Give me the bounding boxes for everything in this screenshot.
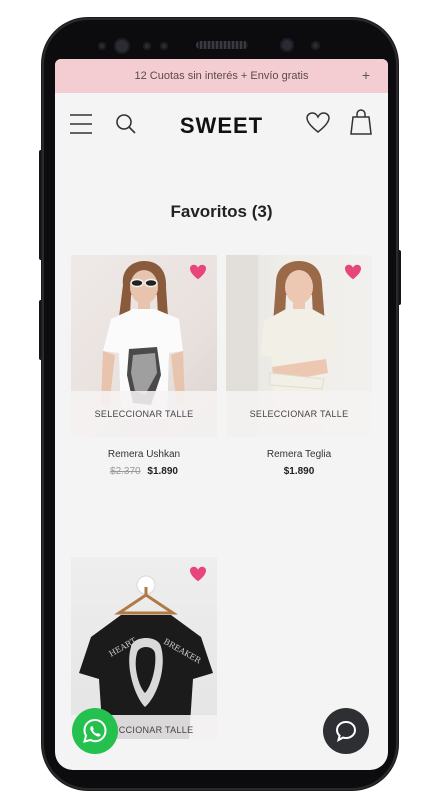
app-screen: 12 Cuotas sin interés + Envío gratis + S… [55, 59, 388, 770]
favorite-heart-icon[interactable] [189, 264, 207, 280]
promo-banner: 12 Cuotas sin interés + Envío gratis + [55, 59, 388, 93]
site-header: SWEET [55, 93, 388, 157]
select-size-button[interactable]: SELECCIONAR TALLE [71, 391, 217, 437]
product-price: $1.890 [226, 466, 372, 477]
promo-text: 12 Cuotas sin interés + Envío gratis [134, 70, 309, 82]
whatsapp-icon [83, 718, 107, 743]
product-price: $2.370 $1.890 [71, 466, 217, 477]
bag-icon[interactable] [350, 109, 372, 135]
product-image[interactable]: SELECCIONAR TALLE [71, 255, 217, 437]
chat-icon [335, 720, 357, 742]
whatsapp-button[interactable] [72, 708, 118, 754]
phone-sensor [98, 42, 106, 50]
page-title: Favoritos (3) [170, 202, 273, 221]
favorite-heart-icon[interactable] [189, 566, 207, 582]
phone-sensor [143, 42, 151, 50]
product-card[interactable]: SELECCIONAR TALLE Remera Ushkan $2.370 $… [71, 255, 217, 477]
chat-button[interactable] [323, 708, 369, 754]
product-old-price: $2.370 [110, 466, 141, 477]
search-icon[interactable] [115, 113, 137, 135]
phone-iris-scanner [280, 38, 294, 52]
favorite-heart-icon[interactable] [344, 264, 362, 280]
phone-sensor [160, 42, 168, 50]
product-name[interactable]: Remera Ushkan [71, 449, 217, 460]
brand-logo[interactable]: SWEET [55, 113, 388, 139]
phone-speaker [196, 41, 248, 49]
phone-camera [114, 38, 130, 54]
menu-icon[interactable] [69, 113, 93, 135]
product-name[interactable]: Remera Teglia [226, 449, 372, 460]
product-current-price: $1.890 [147, 466, 178, 477]
product-current-price: $1.890 [283, 466, 315, 477]
select-size-button[interactable]: SELECCIONAR TALLE [226, 391, 372, 437]
product-image[interactable]: SELECCIONAR TALLE [226, 255, 372, 437]
heart-icon[interactable] [306, 112, 330, 134]
promo-close-button[interactable]: + [362, 67, 370, 83]
phone-sensor [311, 41, 320, 50]
product-card[interactable]: SELECCIONAR TALLE Remera Teglia $1.890 [226, 255, 372, 477]
